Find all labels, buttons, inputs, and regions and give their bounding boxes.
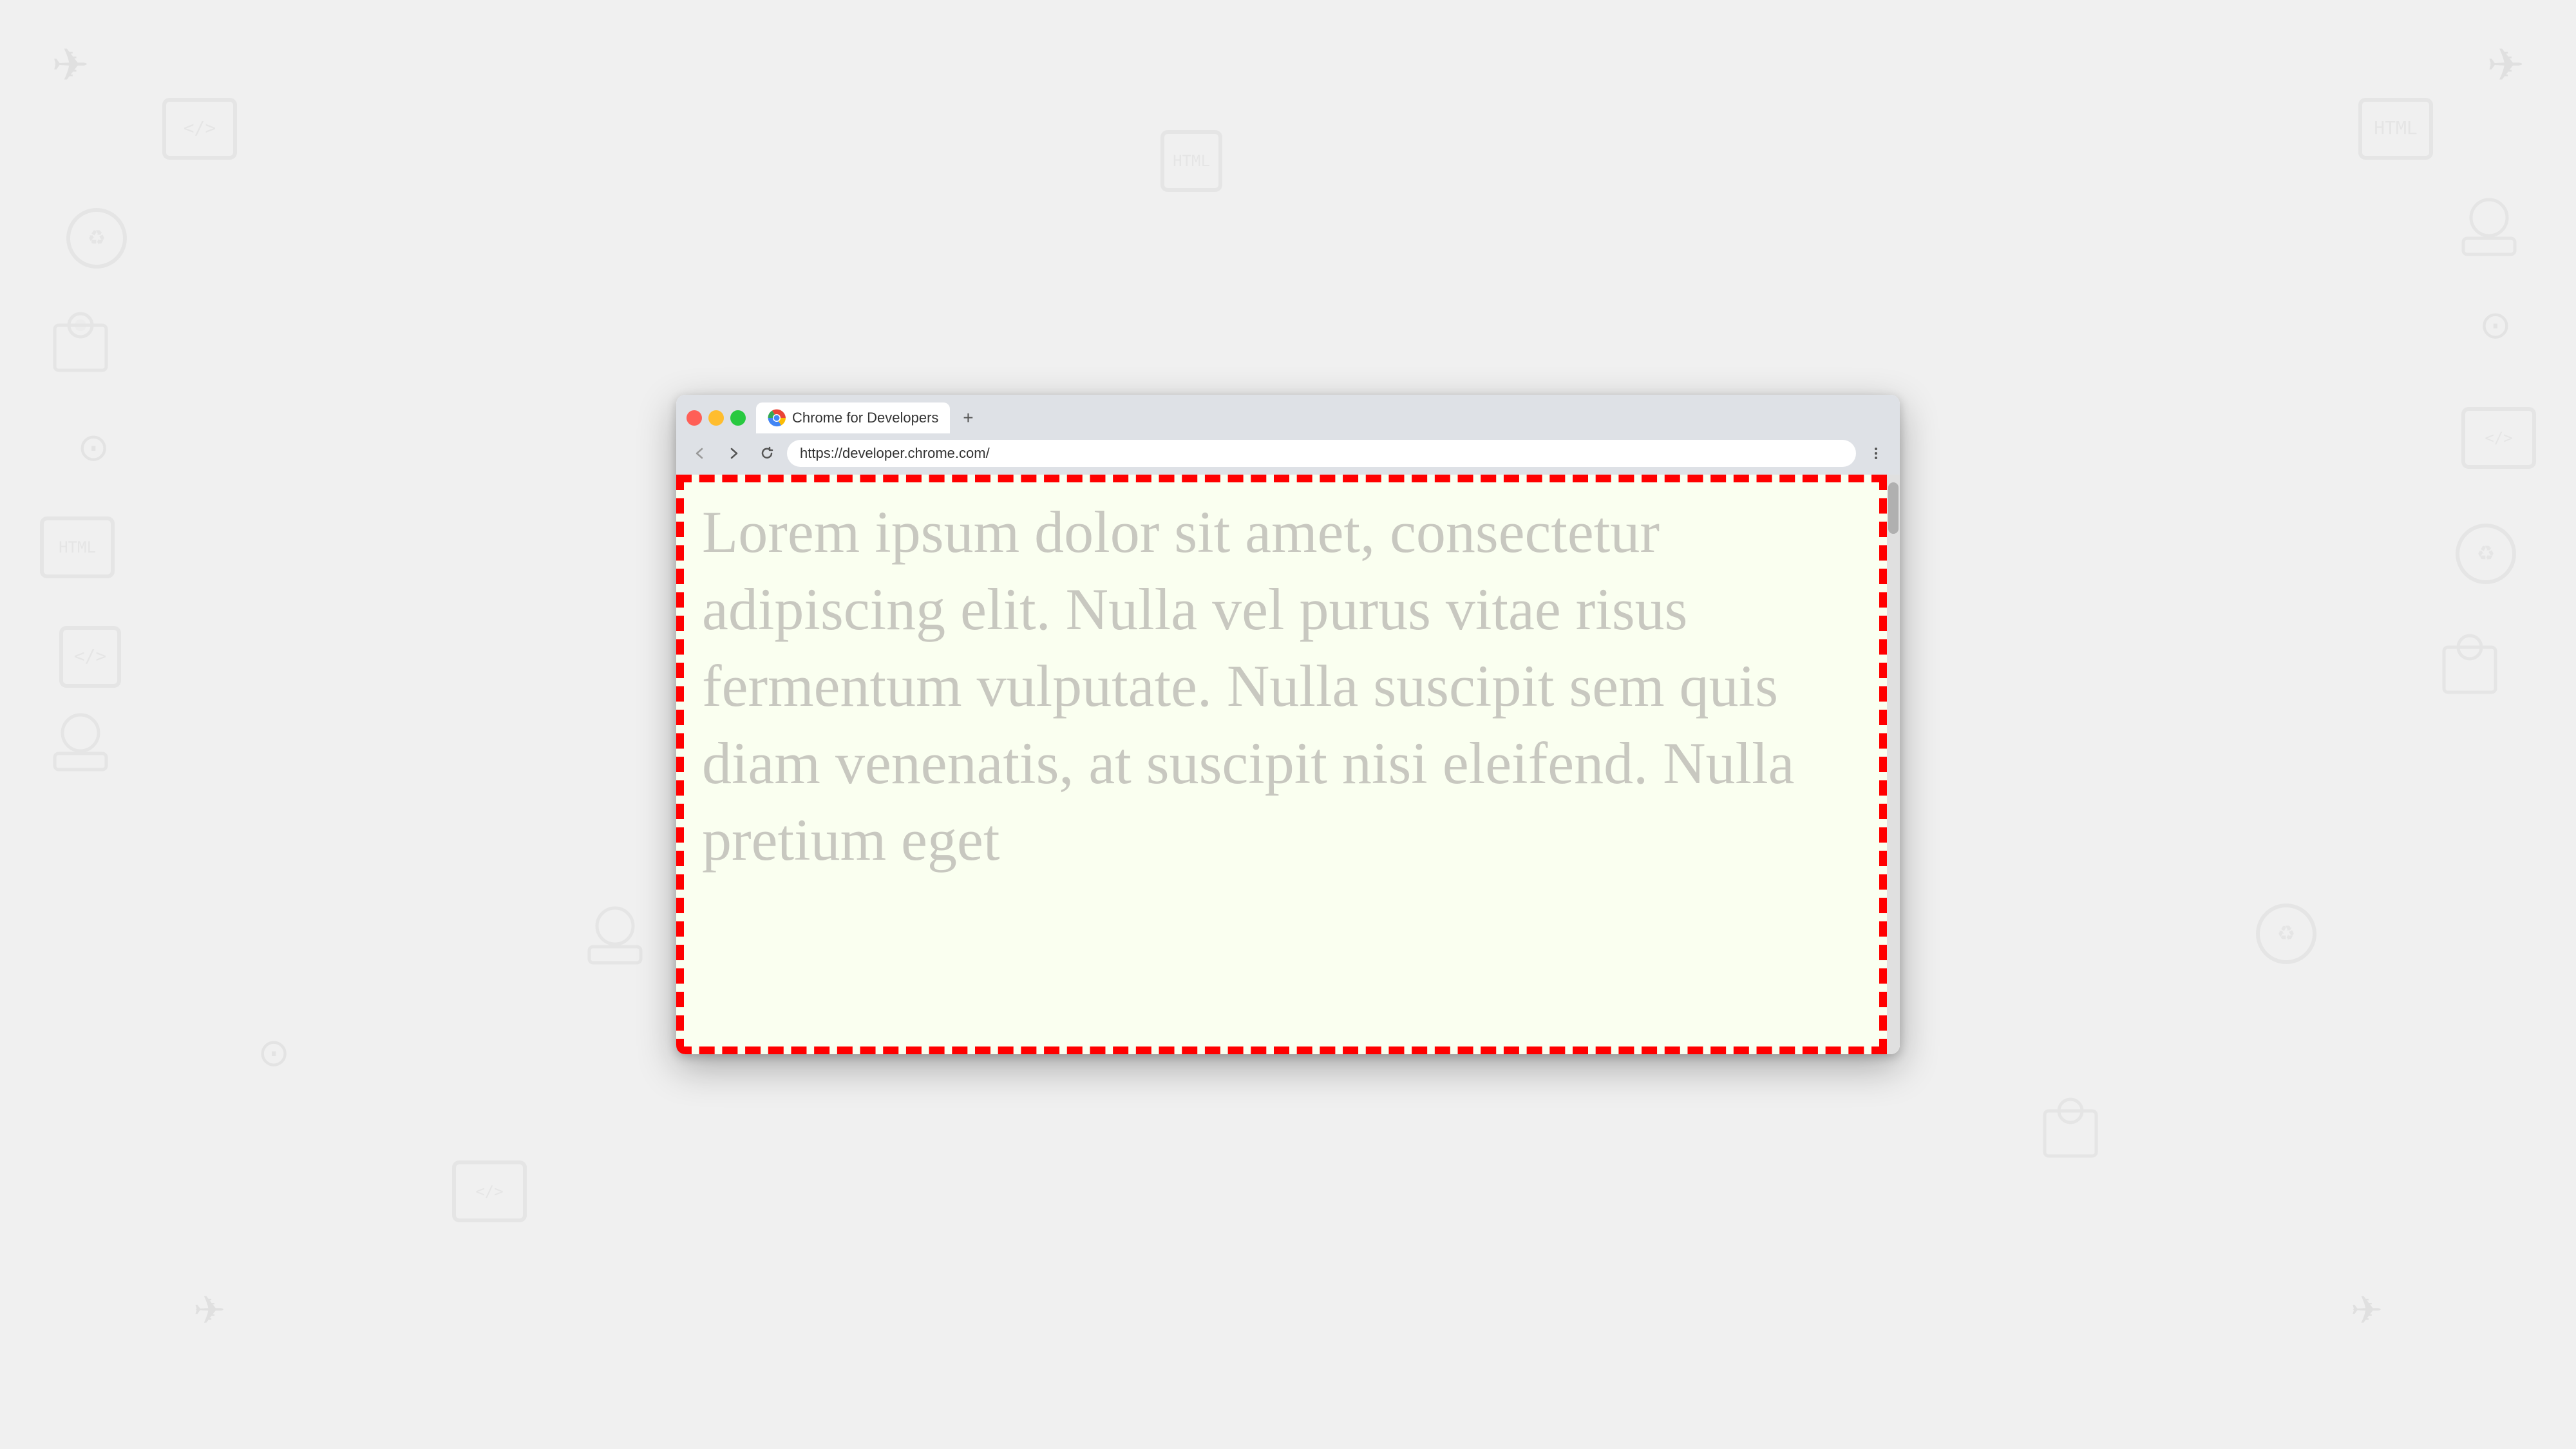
browser-menu-button[interactable]: [1862, 440, 1889, 467]
reload-button[interactable]: [753, 440, 781, 467]
bg-deco-m6: [2041, 1095, 2125, 1162]
browser-content: Lorem ipsum dolor sit amet, consectetur …: [676, 475, 1900, 1054]
svg-text:HTML: HTML: [59, 538, 96, 556]
bg-deco-7: </>: [58, 625, 122, 692]
svg-text:</>: </>: [184, 117, 216, 138]
svg-text:</>: </>: [2485, 429, 2512, 447]
bg-deco-m2: [580, 902, 650, 969]
bg-deco-r6: ♻: [2454, 522, 2518, 589]
bg-deco-r7: [2441, 631, 2524, 699]
bg-deco-r2: HTML: [2357, 97, 2434, 164]
page-content-text: Lorem ipsum dolor sit amet, consectetur …: [676, 475, 1900, 898]
bg-deco-r3: [2454, 193, 2524, 261]
scrollbar[interactable]: [1887, 475, 1900, 1054]
svg-text:</>: </>: [74, 645, 107, 667]
bg-deco-6: HTML: [39, 515, 116, 583]
forward-button[interactable]: [720, 440, 747, 467]
window-controls: [687, 410, 746, 426]
svg-text:HTML: HTML: [1173, 152, 1210, 170]
bg-deco-m1: HTML: [1159, 129, 1224, 196]
window-close-button[interactable]: [687, 410, 702, 426]
url-text: https://developer.chrome.com/: [800, 445, 1843, 462]
svg-text:♻: ♻: [2277, 922, 2296, 945]
tab-title: Chrome for Developers: [792, 410, 938, 426]
browser-toolbar: Chrome for Developers +: [676, 395, 1900, 475]
bg-deco-2: </>: [161, 97, 238, 164]
menu-dots-icon: [1868, 446, 1884, 461]
bg-deco-4: [52, 309, 135, 377]
bg-deco-r5: </>: [2460, 406, 2537, 473]
window-minimize-button[interactable]: [708, 410, 724, 426]
new-tab-button[interactable]: +: [954, 404, 982, 432]
bg-deco-m4: </>: [451, 1159, 528, 1227]
reload-icon: [760, 446, 774, 460]
scrollbar-thumb[interactable]: [1888, 482, 1899, 534]
browser-window: Chrome for Developers +: [676, 395, 1900, 1054]
forward-icon: [726, 446, 741, 460]
browser-titlebar: Chrome for Developers +: [676, 395, 1900, 433]
browser-navbar: https://developer.chrome.com/: [676, 433, 1900, 475]
tab-bar: Chrome for Developers +: [756, 402, 982, 433]
svg-text:</>: </>: [475, 1182, 503, 1200]
svg-text:HTML: HTML: [2374, 117, 2417, 138]
bg-deco-1: ✈: [52, 39, 90, 91]
bg-deco-m8: ✈: [2351, 1288, 2383, 1333]
bg-deco-m5: ♻: [2254, 902, 2318, 969]
bg-deco-r1: ✈: [2486, 39, 2524, 91]
browser-wrapper: Chrome for Developers +: [676, 395, 1900, 1054]
bg-deco-r4: ⊙: [2479, 303, 2512, 348]
tab-favicon: [768, 409, 786, 427]
bg-deco-m3: ⊙: [258, 1030, 290, 1075]
window-maximize-button[interactable]: [730, 410, 746, 426]
back-icon: [693, 446, 707, 460]
browser-tab[interactable]: Chrome for Developers: [756, 402, 950, 433]
bg-deco-5: ⊙: [77, 425, 109, 470]
address-bar[interactable]: https://developer.chrome.com/: [787, 440, 1856, 467]
bg-deco-m7: ✈: [193, 1288, 225, 1333]
bg-deco-8: [45, 708, 116, 776]
bg-deco-3: ♻: [64, 206, 129, 274]
back-button[interactable]: [687, 440, 714, 467]
svg-text:♻: ♻: [88, 226, 106, 249]
svg-text:♻: ♻: [2477, 542, 2496, 565]
